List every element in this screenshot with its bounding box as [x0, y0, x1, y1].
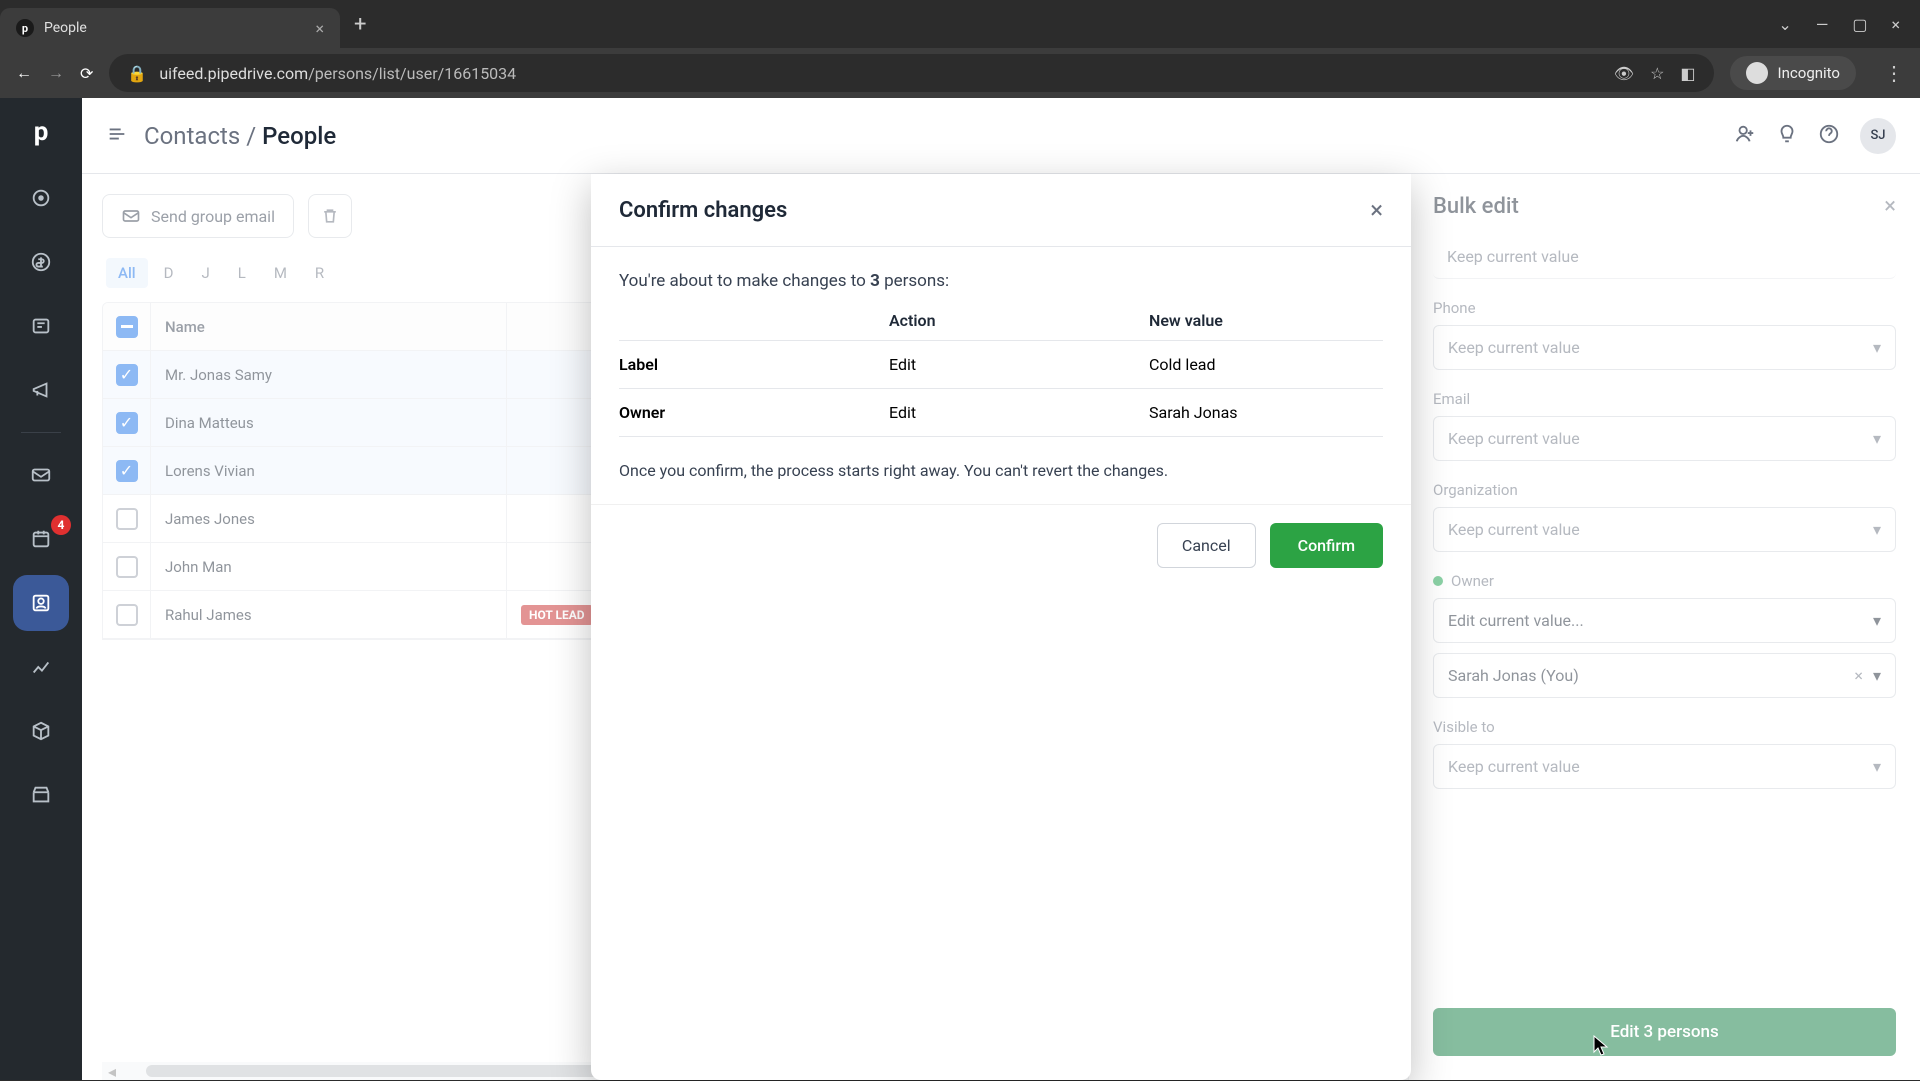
- tabs-dropdown-icon[interactable]: ⌄: [1778, 15, 1791, 34]
- confirm-button[interactable]: Confirm: [1270, 523, 1383, 568]
- confirm-dialog: Confirm changes × You're about to make c…: [591, 174, 1411, 1080]
- maximize-icon[interactable]: ▢: [1852, 15, 1867, 34]
- close-tab-icon[interactable]: ×: [315, 19, 324, 38]
- url-path: /persons/list/user/16615034: [308, 64, 516, 83]
- avatar[interactable]: SJ: [1860, 118, 1896, 154]
- change-field: Label: [619, 355, 889, 374]
- add-person-icon[interactable]: [1734, 123, 1756, 149]
- help-icon[interactable]: [1818, 123, 1840, 149]
- logo-icon[interactable]: p: [23, 114, 59, 150]
- minimize-icon[interactable]: —: [1816, 15, 1829, 34]
- incognito-badge[interactable]: Incognito: [1730, 56, 1856, 90]
- address-bar[interactable]: 🔒 uifeed.pipedrive.com/persons/list/user…: [109, 54, 1713, 92]
- new-tab-button[interactable]: +: [354, 12, 366, 37]
- rail-contacts[interactable]: [13, 575, 69, 631]
- left-rail: p 4: [0, 98, 82, 1080]
- rail-projects[interactable]: [13, 298, 69, 354]
- change-action: Edit: [889, 355, 1149, 374]
- menu-icon[interactable]: [106, 123, 128, 149]
- col-new-value: New value: [1149, 311, 1383, 330]
- favicon-icon: p: [16, 19, 34, 37]
- lock-icon: 🔒: [127, 64, 147, 83]
- rail-marketplace[interactable]: [13, 767, 69, 823]
- change-action: Edit: [889, 403, 1149, 422]
- breadcrumb-parent[interactable]: Contacts: [144, 122, 240, 150]
- bookmark-icon[interactable]: ☆: [1650, 64, 1664, 83]
- reload-icon[interactable]: ⟳: [80, 64, 93, 83]
- rail-mail[interactable]: [13, 447, 69, 503]
- avatar-initials: SJ: [1870, 128, 1885, 143]
- close-window-icon[interactable]: ×: [1891, 15, 1900, 34]
- change-value: Sarah Jonas: [1149, 403, 1383, 422]
- col-action: Action: [889, 311, 1149, 330]
- dialog-intro: You're about to make changes to 3 person…: [619, 271, 1383, 291]
- browser-tab[interactable]: p People ×: [0, 8, 340, 48]
- changes-table: Action New value LabelEditCold leadOwner…: [619, 311, 1383, 437]
- cookies-icon[interactable]: 👁: [1614, 64, 1634, 83]
- rail-badge: 4: [51, 515, 71, 535]
- incognito-label: Incognito: [1778, 64, 1840, 82]
- app-root: p 4 Contacts / People: [0, 98, 1920, 1080]
- app-header: Contacts / People SJ: [82, 98, 1920, 174]
- rail-deals[interactable]: [13, 234, 69, 290]
- breadcrumb: Contacts / People: [144, 122, 336, 150]
- tab-title: People: [44, 20, 87, 36]
- dialog-close-icon[interactable]: ×: [1370, 196, 1383, 224]
- rail-insights[interactable]: [13, 639, 69, 695]
- change-field: Owner: [619, 403, 889, 422]
- url-host: uifeed.pipedrive.com: [159, 64, 308, 83]
- browser-tab-strip: p People × + ⌄ — ▢ ×: [0, 0, 1920, 48]
- change-row: LabelEditCold lead: [619, 341, 1383, 389]
- back-icon[interactable]: ←: [16, 63, 32, 83]
- breadcrumb-current: People: [262, 122, 336, 150]
- assistant-icon[interactable]: [1776, 123, 1798, 149]
- browser-menu-icon[interactable]: ⋮: [1884, 61, 1904, 85]
- dialog-title: Confirm changes: [619, 198, 787, 223]
- rail-products[interactable]: [13, 703, 69, 759]
- rail-activities[interactable]: 4: [13, 511, 69, 567]
- extension-icon[interactable]: ◧: [1680, 64, 1695, 83]
- change-value: Cold lead: [1149, 355, 1383, 374]
- modal-overlay: Confirm changes × You're about to make c…: [82, 174, 1920, 1080]
- rail-leads[interactable]: [13, 170, 69, 226]
- main-area: Contacts / People SJ Send group email: [82, 98, 1920, 1080]
- window-controls: ⌄ — ▢ ×: [1778, 15, 1920, 34]
- browser-toolbar: ← → ⟳ 🔒 uifeed.pipedrive.com/persons/lis…: [0, 48, 1920, 98]
- dialog-warning: Once you confirm, the process starts rig…: [619, 461, 1383, 480]
- forward-icon[interactable]: →: [48, 63, 64, 83]
- change-row: OwnerEditSarah Jonas: [619, 389, 1383, 437]
- incognito-icon: [1746, 62, 1768, 84]
- rail-campaigns[interactable]: [13, 362, 69, 418]
- cancel-button[interactable]: Cancel: [1157, 523, 1256, 568]
